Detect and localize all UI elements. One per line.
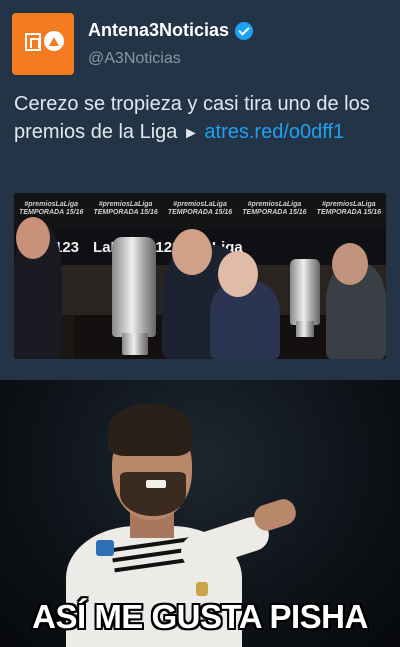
backdrop-label: #premiosLaLiga TEMPORADA 15/16	[242, 201, 307, 216]
antena3-avatar[interactable]	[12, 13, 74, 75]
player-beard	[120, 472, 186, 516]
trophy-base	[122, 333, 148, 355]
backdrop-label: #premiosLaLiga TEMPORADA 15/16	[167, 201, 233, 216]
player-mouth	[146, 480, 166, 488]
tweet-text: Cerezo se tropieza y casi tira uno de lo…	[14, 90, 390, 148]
league-badge-icon	[96, 540, 114, 556]
meme-caption: ASÍ ME GUSTA PISHA	[32, 598, 368, 635]
verified-badge-icon	[235, 21, 254, 40]
backdrop-label: #premiosLaLiga TEMPORADA 15/16	[93, 201, 158, 216]
author-handle[interactable]: @A3Noticias	[88, 50, 181, 68]
pointing-hand	[251, 496, 299, 534]
trophy-icon	[112, 237, 156, 337]
tweet-card[interactable]: Antena3Noticias @A3Noticias Cerezo se tr…	[0, 0, 400, 380]
backdrop-label: #premiosLaLiga TEMPORADA 15/16	[19, 201, 84, 216]
club-crest-icon	[196, 582, 208, 596]
person-elderly-head	[218, 251, 258, 297]
meme-image: ASÍ ME GUSTA PISHA	[0, 380, 400, 647]
person-right-head	[332, 243, 368, 285]
backdrop-label: #premiosLaLiga TEMPORADA 15/16	[316, 201, 381, 216]
antena3-logo-icon	[25, 33, 41, 51]
trophy-icon	[290, 259, 320, 325]
person-left-head	[16, 217, 50, 259]
author-row: Antena3Noticias	[88, 20, 254, 41]
tweet-photo[interactable]: #premiosLaLiga TEMPORADA 15/16 #premiosL…	[14, 193, 386, 359]
arrow-glyph: ►	[183, 125, 199, 142]
antena3-triangle-icon	[44, 31, 64, 51]
tweet-link[interactable]: atres.red/o0dff1	[204, 121, 344, 143]
trophy-base	[296, 321, 314, 337]
player-hair	[108, 404, 192, 456]
author-display-name[interactable]: Antena3Noticias	[88, 20, 229, 41]
person-center-head	[172, 229, 212, 275]
